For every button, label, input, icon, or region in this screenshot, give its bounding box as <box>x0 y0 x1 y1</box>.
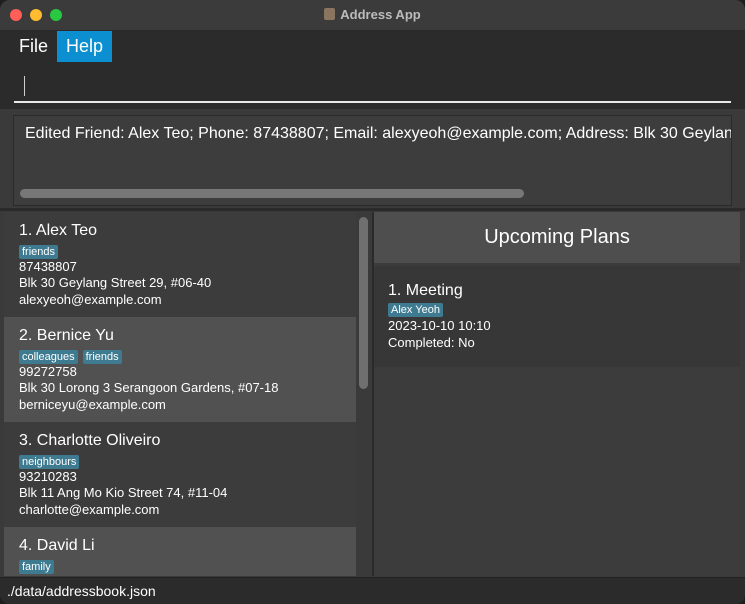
tag: friends <box>82 350 122 364</box>
person-address: Blk 30 Lorong 3 Serangoon Gardens, #07-1… <box>19 380 279 395</box>
person-name: 3. Charlotte Oliveiro <box>19 432 161 449</box>
person-phone: 87438807 <box>19 259 77 274</box>
person-card[interactable]: 2. Bernice Yu colleagues friends 99272758… <box>4 317 356 422</box>
command-input-underline <box>14 101 731 103</box>
plan-completed: Completed: No <box>388 335 475 350</box>
menu-file[interactable]: File <box>10 31 57 62</box>
split-divider[interactable] <box>0 208 745 211</box>
person-tags: family <box>19 557 59 575</box>
tag: family <box>19 560 54 574</box>
plan-card[interactable]: 1. Meeting Alex Yeoh 2023-10-10 10:10 Co… <box>374 266 740 367</box>
app-window: Address App File Help Edited Friend: Ale… <box>0 0 745 604</box>
plan-friends: Alex Yeoh <box>388 300 448 318</box>
plan-friend-tag: Alex Yeoh <box>388 303 443 317</box>
person-card[interactable]: 1. Alex Teo friends 87438807 Blk 30 Geyl… <box>4 212 356 317</box>
plan-datetime: 2023-10-10 10:10 <box>388 318 491 333</box>
text-cursor <box>24 76 25 96</box>
menu-help[interactable]: Help <box>57 31 113 62</box>
plans-header: Upcoming Plans <box>374 212 740 263</box>
tag: neighbours <box>19 455 80 469</box>
person-address: Blk 30 Geylang Street 29, #06-40 <box>19 275 212 290</box>
status-bar: ./data/addressbook.json <box>0 577 745 604</box>
person-phone: 99272758 <box>19 364 77 379</box>
result-text: Edited Friend: Alex Teo; Phone: 87438807… <box>25 125 731 142</box>
plans-panel: Upcoming Plans 1. Meeting Alex Yeoh 2023… <box>374 212 740 576</box>
title-bar: Address App <box>0 0 745 31</box>
menu-bar: File Help <box>0 31 745 63</box>
person-name: 4. David Li <box>19 537 95 554</box>
person-email: charlotte@example.com <box>19 502 160 517</box>
person-email: alexyeoh@example.com <box>19 292 162 307</box>
person-card[interactable]: 3. Charlotte Oliveiro neighbours 9321028… <box>4 422 356 527</box>
result-horizontal-scrollbar[interactable] <box>20 189 524 198</box>
person-tags: colleagues friends <box>19 347 127 365</box>
person-name: 2. Bernice Yu <box>19 327 114 344</box>
result-display: Edited Friend: Alex Teo; Phone: 87438807… <box>13 115 732 206</box>
person-list-scrollbar-thumb[interactable] <box>359 217 368 389</box>
tag: colleagues <box>19 350 78 364</box>
window-title-group: Address App <box>0 7 745 22</box>
window-title: Address App <box>340 7 421 22</box>
person-email: berniceyu@example.com <box>19 397 166 412</box>
plan-name: 1. Meeting <box>388 282 463 299</box>
person-address: Blk 11 Ang Mo Kio Street 74, #11-04 <box>19 485 228 500</box>
app-icon <box>324 8 336 20</box>
person-phone: 93210283 <box>19 469 77 484</box>
plans-title: Upcoming Plans <box>484 226 630 248</box>
tag: friends <box>19 245 59 259</box>
status-file-path: ./data/addressbook.json <box>7 583 156 599</box>
person-card[interactable]: 4. David Li family <box>4 527 356 576</box>
person-list[interactable]: 1. Alex Teo friends 87438807 Blk 30 Geyl… <box>4 212 356 576</box>
person-name: 1. Alex Teo <box>19 222 97 239</box>
person-tags: friends <box>19 242 63 260</box>
person-tags: neighbours <box>19 452 84 470</box>
